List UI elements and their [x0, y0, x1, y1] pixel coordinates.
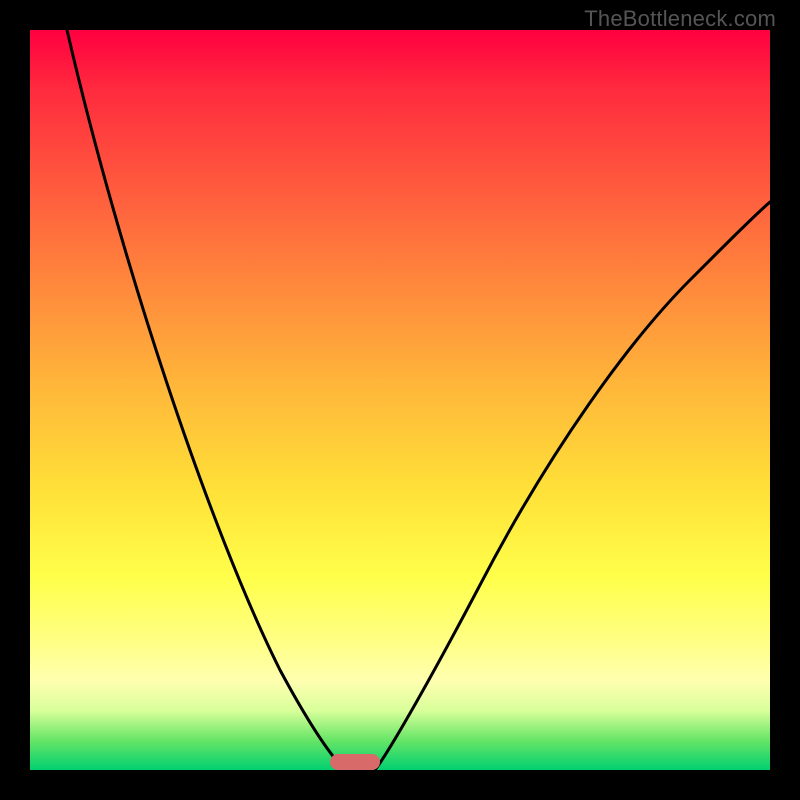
bottleneck-curves — [30, 30, 770, 770]
watermark-text: TheBottleneck.com — [584, 6, 776, 32]
left-curve — [67, 30, 345, 770]
right-curve — [375, 202, 770, 770]
optimal-range-marker — [330, 754, 380, 770]
plot-area — [30, 30, 770, 770]
chart-frame: TheBottleneck.com — [0, 0, 800, 800]
